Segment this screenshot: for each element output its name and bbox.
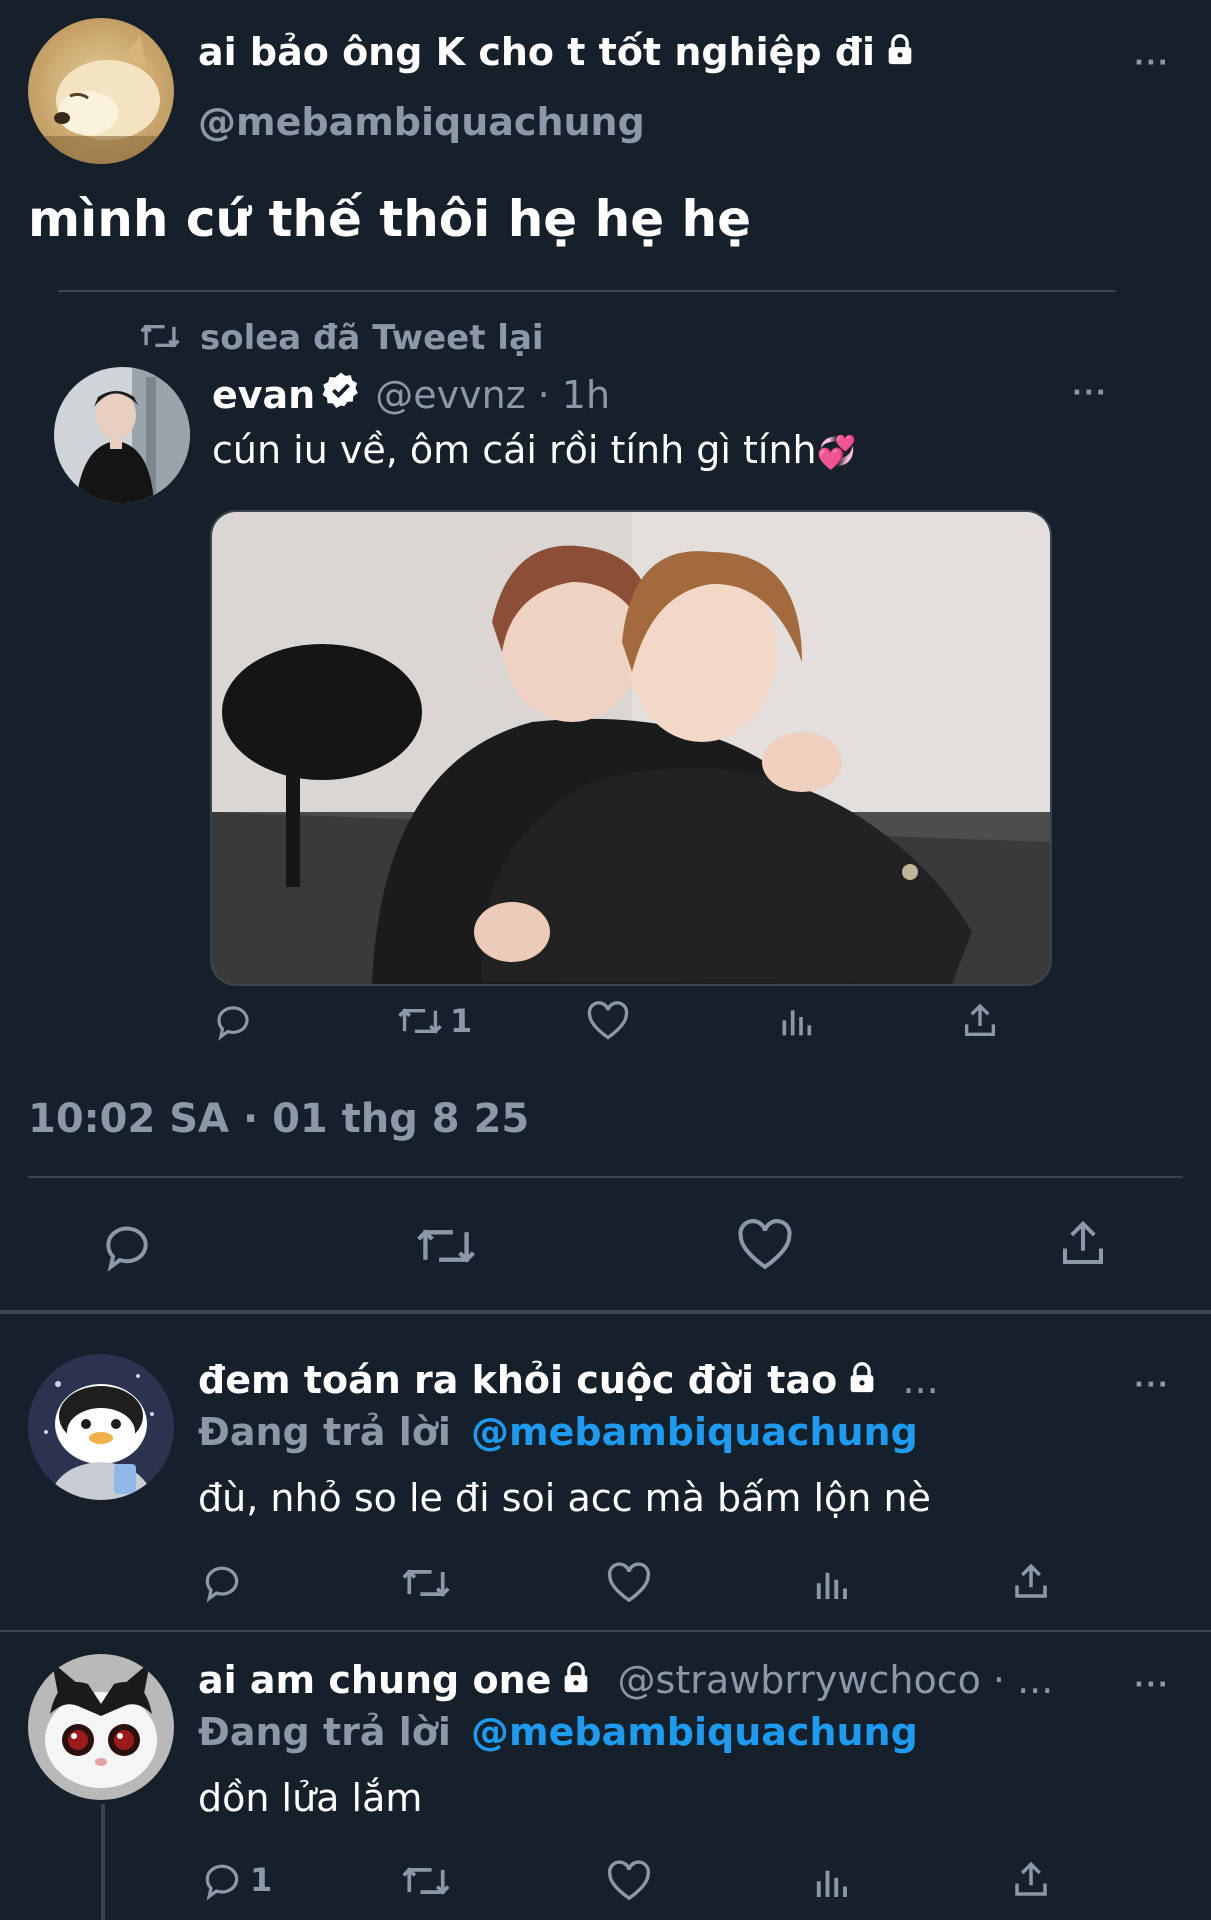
retweet-icon — [400, 1860, 452, 1902]
quote-top-divider — [58, 290, 1116, 292]
reply2-analytics-button[interactable] — [810, 1862, 852, 1904]
retweet-count: 1 — [450, 1002, 473, 1040]
main-share-button[interactable] — [1056, 1216, 1110, 1272]
more-icon[interactable]: ··· — [1134, 48, 1170, 78]
main-display-name-row[interactable]: ai bảo ông K cho t tốt nghiệp đi — [198, 30, 917, 76]
reply1-retweet-button[interactable] — [400, 1562, 452, 1604]
main-avatar[interactable] — [28, 18, 174, 164]
reply-icon — [200, 1858, 244, 1902]
section-separator — [0, 1310, 1211, 1314]
hearts-emoji: 💞 — [816, 433, 857, 471]
retweet-text-row: cún iu về, ôm cái rồi tính gì tính💞 — [212, 428, 857, 472]
analytics-icon — [776, 1002, 816, 1042]
retweet-retweet-button[interactable]: 1 — [396, 1000, 472, 1042]
retweet-icon — [400, 1562, 452, 1604]
reply1-text: đù, nhỏ so le đi soi acc mà bấm lộn nè — [198, 1476, 931, 1520]
reply2-replying-row: Đang trả lời @mebambiquachung — [198, 1710, 918, 1754]
reply1-replying-row: Đang trả lời @mebambiquachung — [198, 1410, 918, 1454]
lock-icon — [559, 1660, 593, 1704]
main-handle[interactable]: @mebambiquachung — [198, 100, 645, 144]
main-reply-button[interactable] — [98, 1218, 156, 1274]
reply1-more-icon[interactable]: ··· — [1134, 1370, 1170, 1400]
main-timestamp[interactable]: 10:02 SA · 01 thg 8 25 — [28, 1096, 529, 1142]
reply2-name-row[interactable]: ai am chung one @strawbrrywchoco · ... — [198, 1658, 1053, 1704]
thread-line — [101, 1804, 105, 1920]
replying-to-link[interactable]: @mebambiquachung — [471, 1710, 918, 1754]
reply2-handle: @strawbrrywchoco · ... — [617, 1658, 1054, 1702]
reply-count: 1 — [250, 1861, 273, 1899]
share-icon — [960, 1000, 1000, 1042]
reply1-analytics-button[interactable] — [810, 1564, 852, 1606]
reply1-reply-button[interactable] — [200, 1560, 244, 1604]
replying-to-link[interactable]: @mebambiquachung — [471, 1410, 918, 1454]
reply-icon — [98, 1218, 156, 1274]
reply2-display-name: ai am chung one — [198, 1658, 552, 1702]
retweet-display-name: evan — [212, 372, 316, 417]
retweet-author-row[interactable]: evan @evvnz · 1h — [212, 370, 610, 419]
analytics-icon — [810, 1564, 852, 1606]
reply1-like-button[interactable] — [606, 1562, 652, 1604]
retweet-text: cún iu về, ôm cái rồi tính gì tính — [212, 428, 817, 472]
lock-icon — [845, 1360, 879, 1404]
reply-icon — [200, 1560, 244, 1604]
retweet-handle: @evvnz — [375, 372, 526, 417]
tweet-photo[interactable] — [210, 510, 1052, 986]
verified-icon — [321, 370, 361, 419]
reply2-retweet-button[interactable] — [400, 1860, 452, 1902]
retweet-like-button[interactable] — [586, 1000, 630, 1042]
reply2-like-button[interactable] — [606, 1860, 652, 1902]
reply1-share-button[interactable] — [1010, 1560, 1052, 1604]
reply1-display-name: đem toán ra khỏi cuộc đời tao — [198, 1358, 838, 1402]
main-like-button[interactable] — [736, 1218, 794, 1272]
share-icon — [1010, 1858, 1052, 1902]
reply2-reply-button[interactable]: 1 — [200, 1858, 272, 1902]
main-display-name: ai bảo ông K cho t tốt nghiệp đi — [198, 30, 876, 74]
reply1-avatar[interactable] — [28, 1354, 174, 1500]
share-icon — [1056, 1216, 1110, 1272]
reply2-text: dồn lửa lắm — [198, 1776, 423, 1820]
reply2-avatar[interactable] — [28, 1654, 174, 1800]
reply-icon — [212, 1000, 254, 1042]
reply2-share-button[interactable] — [1010, 1858, 1052, 1902]
main-tweet-text: mình cứ thế thôi hẹ hẹ hẹ — [28, 190, 752, 248]
timestamp-divider — [28, 1176, 1183, 1178]
reply2-more-icon[interactable]: ··· — [1134, 1670, 1170, 1700]
like-icon — [736, 1218, 794, 1272]
analytics-icon — [810, 1862, 852, 1904]
retweet-indicator[interactable]: solea đã Tweet lại — [138, 318, 544, 358]
share-icon — [1010, 1560, 1052, 1604]
reply-divider — [0, 1630, 1211, 1632]
retweet-time: · 1h — [537, 372, 611, 417]
reply1-name-row[interactable]: đem toán ra khỏi cuộc đời tao ... — [198, 1358, 939, 1404]
retweet-avatar[interactable] — [54, 367, 190, 503]
like-icon — [606, 1562, 652, 1604]
retweeted-by-label: solea đã Tweet lại — [200, 318, 544, 358]
retweet-icon — [138, 319, 182, 357]
retweet-reply-button[interactable] — [212, 1000, 254, 1042]
retweet-more-icon[interactable]: ··· — [1072, 378, 1108, 408]
like-icon — [586, 1000, 630, 1042]
retweet-share-button[interactable] — [960, 1000, 1000, 1042]
lock-icon — [883, 32, 917, 76]
main-retweet-button[interactable] — [414, 1220, 478, 1272]
retweet-analytics-button[interactable] — [776, 1002, 816, 1042]
replying-label: Đang trả lời — [198, 1710, 451, 1754]
retweet-icon — [414, 1220, 478, 1272]
replying-label: Đang trả lời — [198, 1410, 451, 1454]
reply1-handle-truncated: ... — [902, 1358, 939, 1402]
retweet-icon — [396, 1000, 444, 1042]
like-icon — [606, 1860, 652, 1902]
